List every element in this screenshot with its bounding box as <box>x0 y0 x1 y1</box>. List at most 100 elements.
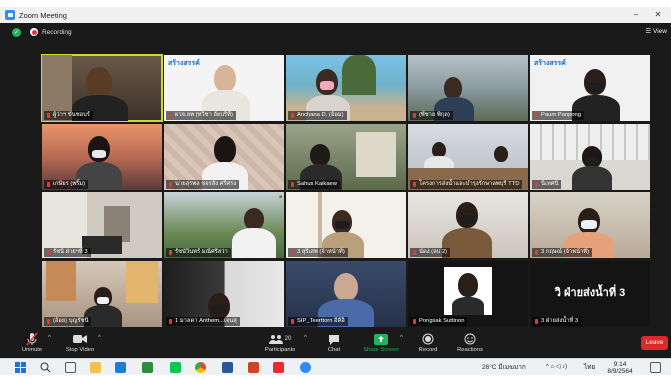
participants-label: Participants <box>264 347 296 353</box>
reactions-button[interactable]: Reactions <box>448 332 492 353</box>
top-strip <box>0 0 671 7</box>
channel-badge: ■ <box>278 194 282 200</box>
recording-label: Recording <box>42 28 72 36</box>
notification-icon[interactable] <box>650 362 661 373</box>
video-tile[interactable]: ผู้ว่าฯ ขันชอบร์ <box>41 54 163 122</box>
participant-name: Sahus Kaikaew <box>288 180 340 189</box>
windows-start-icon[interactable] <box>15 362 26 373</box>
reactions-label: Reactions <box>457 347 483 353</box>
participant-name: เกษียร (พริ้ม) <box>44 180 89 189</box>
powerpoint-icon[interactable] <box>248 362 259 373</box>
channel-logo: สร้างสรรค์ <box>534 60 566 67</box>
stop-video-label: Stop Video <box>65 347 95 353</box>
video-tile[interactable]: Pongsak Suttinon <box>408 261 528 327</box>
video-tile[interactable]: นัดง่ (ลบ 2) <box>408 192 528 258</box>
participants-chevron-icon[interactable]: ^ <box>304 335 307 341</box>
minimize-button[interactable]: – <box>627 7 645 23</box>
security-shield-icon[interactable]: ✓ <box>12 27 21 37</box>
chat-button[interactable]: Chat <box>312 332 356 353</box>
view-button[interactable]: ☰ View <box>645 27 667 35</box>
participant-name: นัดง่ (ลบ 2) <box>410 248 451 257</box>
participant-name: (พี่ชาย พิกุล) <box>410 111 453 120</box>
word-icon[interactable] <box>222 362 233 373</box>
share-options-chevron-icon[interactable]: ^ <box>400 335 403 341</box>
muted-mic-icon <box>535 113 538 118</box>
view-label: View <box>653 28 667 35</box>
video-tile[interactable]: (อ้อย) บุญรัชนี <box>42 261 162 327</box>
record-button[interactable]: Record <box>406 332 450 353</box>
title-bar: Zoom Meeting – ✕ <box>0 7 671 23</box>
muted-mic-icon <box>291 182 294 187</box>
video-tile[interactable]: วิ ฝ่ายส่งน้ำที่ 3 3 ฝ่ายส่งน้ำที่ 3 <box>530 261 650 327</box>
chrome-icon[interactable] <box>195 362 206 373</box>
video-options-chevron-icon[interactable]: ^ <box>98 335 101 341</box>
video-tile[interactable]: สร้างสรรค์ Paum Panpong <box>530 55 650 121</box>
close-button[interactable]: ✕ <box>649 7 667 23</box>
video-tile[interactable]: นายสุรพล ขจรสัง ศรีศรง <box>164 124 284 190</box>
participants-button[interactable]: 20 Participants <box>258 332 302 353</box>
muted-mic-icon <box>169 319 172 324</box>
system-tray-icons[interactable]: ^ ⌂ ◁ ♪) <box>546 359 567 376</box>
video-tile[interactable]: Sahus Kaikaew <box>286 124 406 190</box>
unmute-label: Unmute <box>21 347 43 353</box>
muted-mic-icon <box>535 250 538 255</box>
recording-icon <box>30 28 38 36</box>
muted-mic-icon <box>535 182 538 187</box>
muted-mic-icon <box>413 113 416 118</box>
video-tile[interactable]: สร้างสรรค์ ผวจ.ลพ (ทวิชา อัยบริทิ์) <box>164 55 284 121</box>
muted-mic-icon <box>291 319 294 324</box>
participant-name: SIP_Teerttorn อีดีอิ <box>288 317 348 326</box>
video-tile[interactable]: รัชนี ฝ่ายฯที่ 3 <box>42 192 162 258</box>
zoom-app-icon[interactable] <box>300 362 311 373</box>
participant-name: 3 กฤษณ์ (จ้าหน้าที่) <box>532 248 593 257</box>
video-tile[interactable]: SIP_Teerttorn อีดีอิ <box>286 261 406 327</box>
muted-mic-icon <box>291 250 294 255</box>
input-language[interactable]: ไทย <box>584 359 595 376</box>
tile-display-name: วิ ฝ่ายส่งน้ำที่ 3 <box>554 287 626 299</box>
muted-mic-icon <box>413 250 416 255</box>
muted-mic-icon <box>169 113 172 118</box>
line-messenger-icon[interactable] <box>170 362 181 373</box>
clock[interactable]: 9:14 8/9/2564 <box>600 361 640 378</box>
muted-mic-icon <box>47 250 50 255</box>
mail-icon[interactable] <box>115 362 126 373</box>
participant-name: ผวจ.ลพ (ทวิชา อัยบริทิ์) <box>166 111 236 120</box>
video-tile[interactable]: ■ รัชนัวินทร์ มณีศรีสว่า <box>164 192 284 258</box>
participant-name: Anchana D. (อ้อม) <box>288 111 347 120</box>
video-tile[interactable]: (พี่ชาย พิกุล) <box>408 55 528 121</box>
share-screen-button[interactable]: Share Screen <box>359 332 403 353</box>
muted-mic-icon <box>47 113 50 118</box>
participant-name: 3 สุรีเสพ (จ้าหน้าที่) <box>288 248 348 257</box>
meeting-toolbar: Unmute ^ Stop Video ^ 20 Participants ^ … <box>0 330 671 358</box>
search-icon[interactable] <box>40 362 51 373</box>
participant-name: 3 ฝ่ายส่งน้ำที่ 3 <box>532 317 582 326</box>
acrobat-icon[interactable] <box>273 362 284 373</box>
video-tile[interactable]: 1 มาลดา Anthem...เจนสุ <box>164 261 284 327</box>
video-tile[interactable]: 3 สุรีเสพ (จ้าหน้าที่) <box>286 192 406 258</box>
file-explorer-icon[interactable] <box>90 362 101 373</box>
zoom-window: Zoom Meeting – ✕ ✓ Recording ☰ View ผู้ว… <box>0 0 671 358</box>
video-tile[interactable]: เกษียร (พริ้ม) <box>42 124 162 190</box>
muted-mic-icon <box>413 319 416 324</box>
muted-mic-icon <box>291 113 294 118</box>
video-tile[interactable]: Anchana D. (อ้อม) <box>286 55 406 121</box>
line-app-icon[interactable] <box>142 362 153 373</box>
participant-name: (อ้อย) บุญรัชนี <box>44 317 92 326</box>
task-view-icon[interactable] <box>65 362 76 373</box>
video-tile[interactable]: นิเทศนี <box>530 124 650 190</box>
audio-options-chevron-icon[interactable]: ^ <box>48 335 51 341</box>
weather-widget[interactable]: 26°C มีเมฆมาก <box>482 359 526 376</box>
window-title: Zoom Meeting <box>19 10 67 20</box>
clock-date: 8/9/2564 <box>607 368 633 375</box>
chat-label: Chat <box>327 347 341 353</box>
video-tile[interactable]: โครงการส่งน้ำและบำรุงรักษาลพบุรี TTD <box>408 124 528 190</box>
chat-bubble-icon <box>328 332 340 346</box>
muted-mic-icon <box>47 182 50 187</box>
stop-video-button[interactable]: Stop Video <box>58 332 102 353</box>
participant-name: ผู้ว่าฯ ขันชอบร์ <box>44 111 93 120</box>
leave-button[interactable]: Leave <box>641 336 668 350</box>
video-tile[interactable]: 3 กฤษณ์ (จ้าหน้าที่) <box>530 192 650 258</box>
participant-name: Paum Panpong <box>532 111 584 120</box>
video-camera-icon <box>73 332 87 346</box>
participant-name: Pongsak Suttinon <box>410 317 468 326</box>
